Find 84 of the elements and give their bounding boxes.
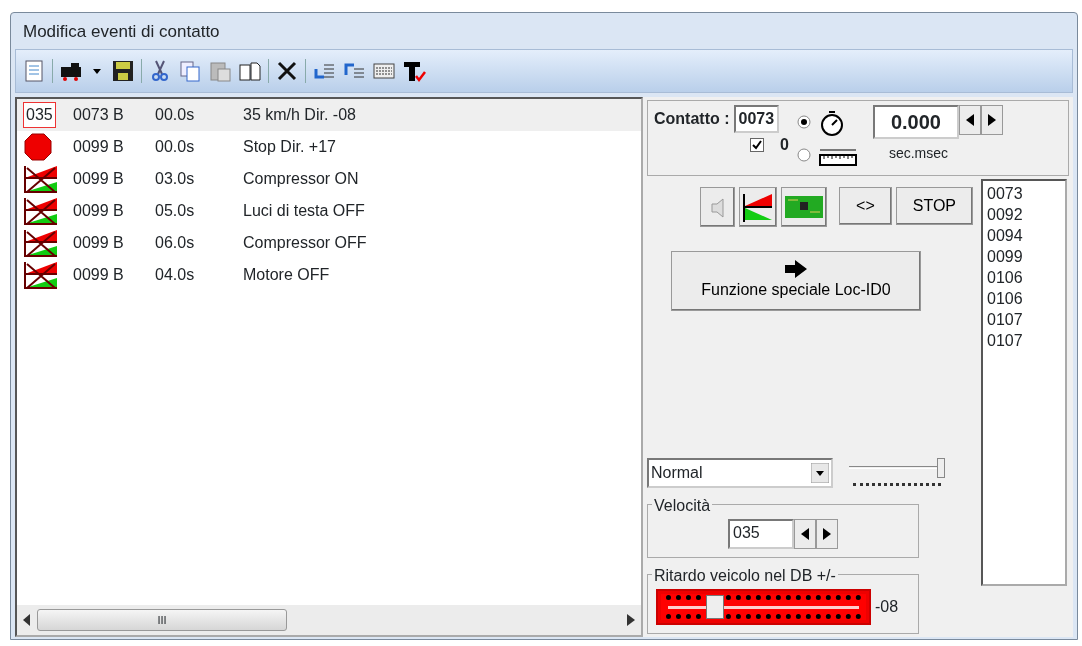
crossed-graph-icon (23, 196, 59, 226)
documents-icon[interactable] (238, 59, 262, 83)
mode-dropdown[interactable]: Normal (647, 458, 833, 488)
action-cell-text: Luci di testa OFF (243, 201, 365, 221)
stop-sign-icon (23, 132, 53, 162)
radio-button[interactable] (796, 147, 811, 162)
horizontal-scrollbar[interactable]: III (17, 605, 641, 635)
scroll-right-icon[interactable] (627, 614, 635, 626)
list-item[interactable]: 0107 (987, 309, 1061, 330)
delay-reading: -08 (875, 597, 899, 617)
right-arrow-icon (987, 111, 996, 129)
speed-badge: 035 (23, 102, 56, 128)
contact-cell-text: 0099 B (73, 233, 125, 253)
event-row[interactable]: 0099 B 06.0s Compressor OFF (17, 227, 641, 259)
decrease-speed-button[interactable] (794, 519, 816, 549)
save-icon[interactable] (111, 59, 135, 83)
time-cell-text: 00.0s (155, 137, 196, 157)
event-row[interactable]: 0099 B 00.0s Stop Dir. +17 (17, 131, 641, 163)
event-row[interactable]: 035 0073 B 00.0s 35 km/h Dir. -08 (17, 99, 641, 131)
delay-slider-track[interactable] (656, 589, 871, 625)
event-row[interactable]: 0099 B 03.0s Compressor ON (17, 163, 641, 195)
time-cell-text: 00.0s (155, 105, 196, 125)
list-item[interactable]: 0106 (987, 288, 1061, 309)
decrease-time-button[interactable] (958, 105, 981, 135)
list-item[interactable]: 0094 (987, 225, 1061, 246)
scroll-left-icon[interactable] (23, 614, 31, 626)
right-arrow-icon (785, 260, 807, 278)
ramp-graph-icon (742, 192, 775, 222)
list-item[interactable]: 0106 (987, 267, 1061, 288)
time-cell-text: 06.0s (155, 233, 196, 253)
event-row[interactable]: 0099 B 04.0s Motore OFF (17, 259, 641, 291)
action-cell-text: Compressor ON (243, 169, 359, 189)
radio-button[interactable] (796, 114, 811, 129)
time-cell-text: 05.0s (155, 201, 196, 221)
crossed-graph-icon (23, 260, 59, 290)
delete-icon[interactable] (275, 59, 299, 83)
ramp-button[interactable] (739, 187, 778, 227)
text-check-icon[interactable] (402, 59, 426, 83)
decoder-button[interactable] (781, 187, 828, 227)
contact-cell-text: 0073 B (73, 105, 125, 125)
time-cell-text: 04.0s (155, 265, 196, 285)
navigate-button[interactable]: <> (839, 187, 892, 225)
left-arrow-icon (801, 525, 809, 543)
left-arrow-icon (965, 111, 974, 129)
stopwatch-icon (818, 109, 845, 137)
list-item[interactable]: 0073 (987, 183, 1061, 204)
copy-icon[interactable] (178, 59, 202, 83)
action-cell-text: Compressor OFF (243, 233, 367, 253)
contact-list[interactable]: 0073 0092 0094 0099 0106 0106 0107 0107 (981, 179, 1067, 586)
stop-button[interactable]: STOP (895, 187, 973, 225)
contact-label: Contatto : (654, 109, 730, 129)
speaker-button[interactable] (700, 187, 736, 227)
scrollbar-thumb[interactable]: III (37, 609, 287, 631)
time-cell-text: 03.0s (155, 169, 196, 189)
document-icon[interactable] (22, 59, 46, 83)
action-cell-text: Motore OFF (243, 265, 330, 285)
list-item[interactable]: 0107 (987, 330, 1061, 351)
contact-cell-text: 0099 B (73, 201, 125, 221)
time-unit-label: sec.msec (888, 144, 949, 163)
increase-speed-button[interactable] (816, 519, 838, 549)
dropdown-arrow-icon (811, 463, 829, 483)
crossed-graph-icon (23, 228, 59, 258)
contact-cell-text: 0099 B (73, 169, 125, 189)
contact-cell-text: 0099 B (73, 137, 125, 157)
action-cell-text: 35 km/h Dir. -08 (243, 105, 356, 125)
speed-field[interactable]: 035 (728, 519, 794, 549)
count-text: 0 (780, 135, 789, 155)
slider-thumb[interactable] (937, 458, 945, 478)
mode-slider[interactable] (849, 458, 945, 488)
list-item[interactable]: 0099 (987, 246, 1061, 267)
contact-field[interactable]: 0073 (733, 105, 780, 133)
speaker-icon (711, 197, 725, 218)
list-item[interactable]: 0092 (987, 204, 1061, 225)
checkbox[interactable] (750, 138, 764, 152)
special-function-button[interactable]: Funzione speciale Loc-ID0 (671, 251, 921, 311)
crossed-graph-icon (23, 164, 59, 194)
delay-slider-thumb[interactable] (705, 595, 724, 619)
right-arrow-icon (823, 525, 831, 543)
event-row[interactable]: 0099 B 05.0s Luci di testa OFF (17, 195, 641, 227)
time-field[interactable]: 0.000 (872, 105, 959, 139)
contact-cell-text: 0099 B (73, 265, 125, 285)
window-title: Modifica eventi di contatto (22, 21, 221, 43)
increase-time-button[interactable] (980, 105, 1003, 135)
action-cell-text: Stop Dir. +17 (243, 137, 336, 157)
